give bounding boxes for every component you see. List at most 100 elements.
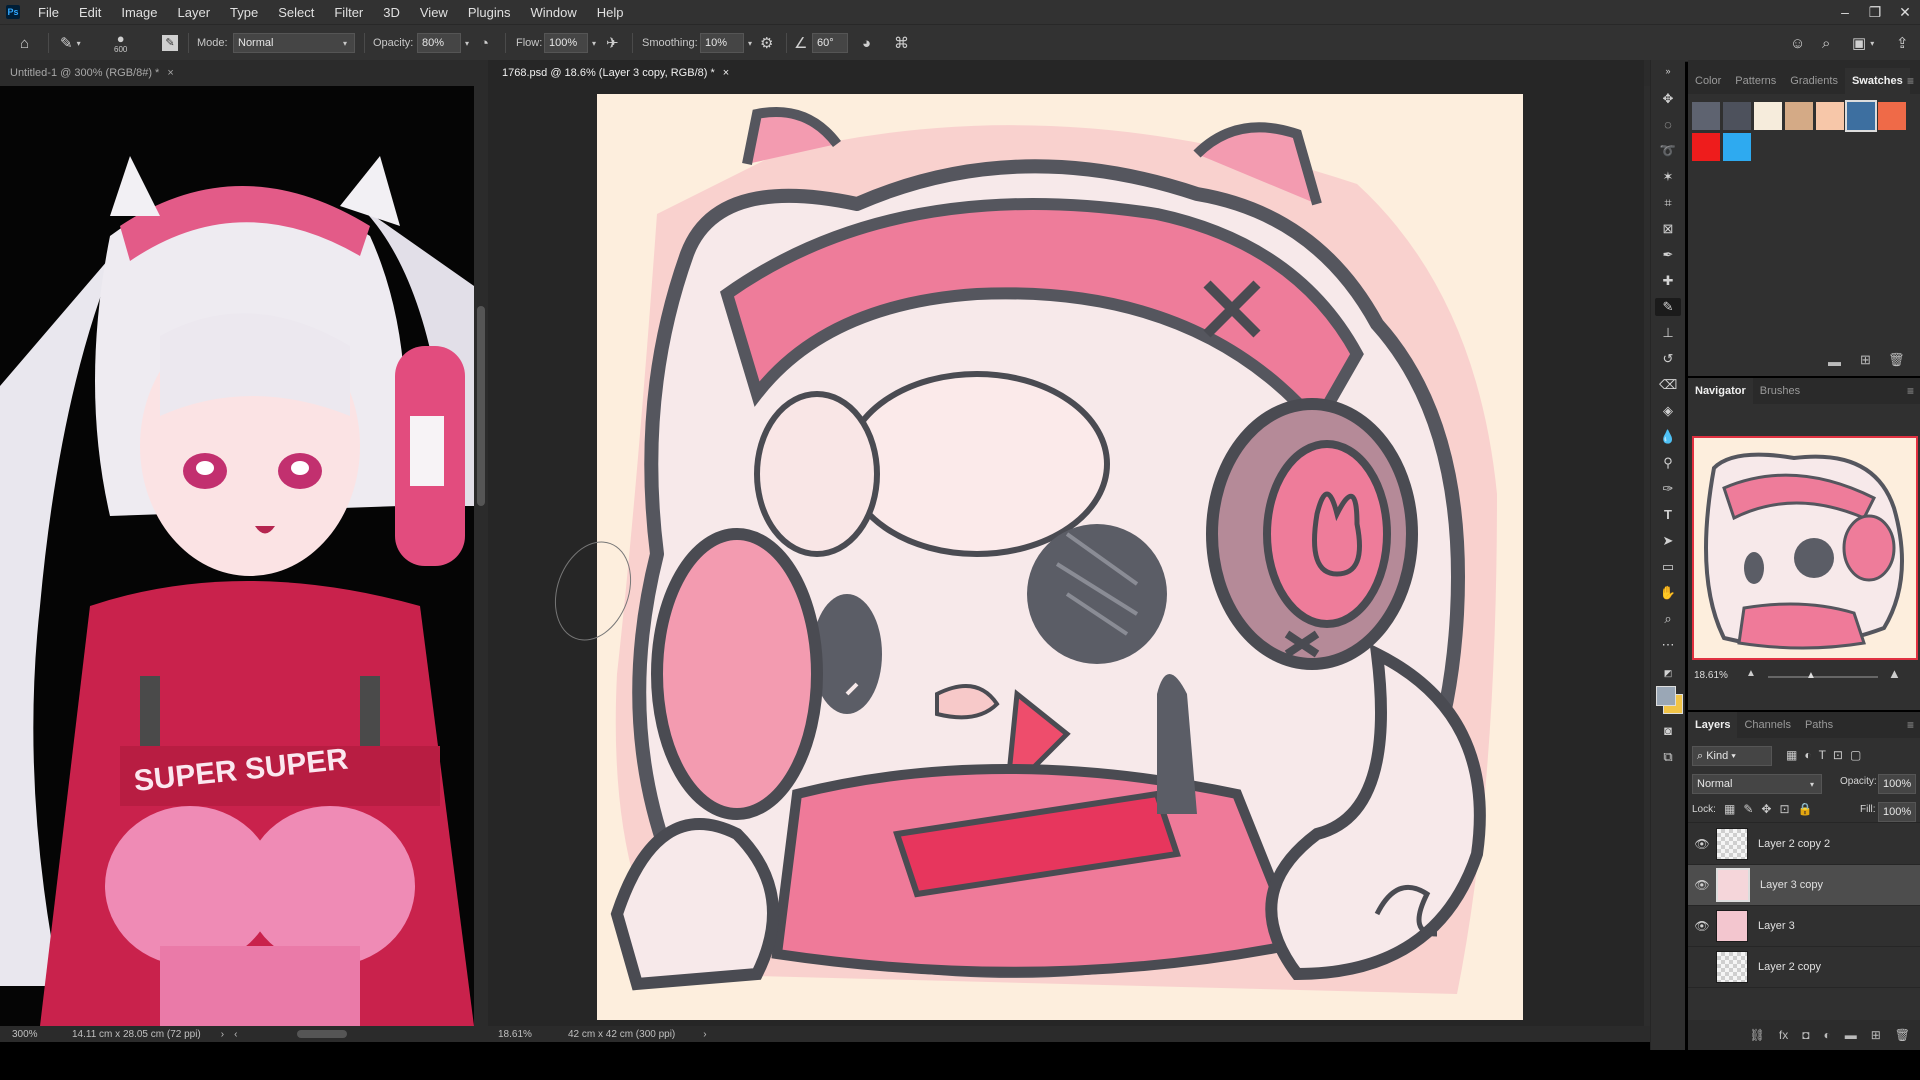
visibility-hidden-box[interactable]: ▢ <box>1688 960 1716 974</box>
marquee-tool-icon[interactable]: ◌ <box>1659 116 1677 134</box>
reference-vertical-scrollbar[interactable] <box>474 86 488 1026</box>
menu-layer[interactable]: Layer <box>168 5 221 20</box>
rectangle-tool-icon[interactable]: ▭ <box>1659 558 1677 576</box>
hand-tool-icon[interactable]: ✋ <box>1659 584 1677 602</box>
layer-row-selected[interactable]: 👁 Layer 3 copy <box>1688 865 1920 906</box>
airbrush-icon[interactable]: ✈ <box>606 25 619 61</box>
symmetry-icon[interactable]: ⌘ <box>894 25 909 61</box>
color-swatch[interactable] <box>1723 102 1751 130</box>
brush-tool-icon[interactable]: ✎ <box>1655 298 1681 316</box>
menu-select[interactable]: Select <box>268 5 324 20</box>
layer-row[interactable]: 👁 Layer 3 <box>1688 906 1920 947</box>
pressure-opacity-icon[interactable]: ◔ <box>480 25 489 61</box>
brush-angle-field[interactable]: 60° <box>812 25 848 61</box>
color-swatch[interactable] <box>1878 102 1906 130</box>
layer-row[interactable]: 👁 Layer 2 copy 2 <box>1688 824 1920 865</box>
screen-mode-icon[interactable]: ⧉ <box>1659 748 1677 766</box>
more-tools-icon[interactable]: ⋯ <box>1659 636 1677 654</box>
pen-tool-icon[interactable]: ✑ <box>1659 480 1677 498</box>
color-swatch[interactable] <box>1754 102 1782 130</box>
tab-color[interactable]: Color <box>1688 75 1728 87</box>
layer-blend-mode-select[interactable]: Normal ▾ <box>1692 774 1822 794</box>
menu-edit[interactable]: Edit <box>69 5 111 20</box>
link-layers-icon[interactable]: ⛓ <box>1750 1028 1765 1042</box>
menu-view[interactable]: View <box>410 5 458 20</box>
new-group-icon[interactable]: ▬ <box>1845 1028 1857 1042</box>
navigator-zoom-slider[interactable] <box>1768 676 1878 678</box>
fill-field[interactable]: 100% <box>1878 802 1916 822</box>
add-mask-icon[interactable]: ◘ <box>1802 1028 1809 1042</box>
menu-help[interactable]: Help <box>587 5 634 20</box>
quick-mask-icon[interactable]: ◙ <box>1659 722 1677 740</box>
tab-untitled-1[interactable]: Untitled-1 @ 300% (RGB/8#) * × <box>0 60 484 86</box>
move-tool-icon[interactable]: ✥ <box>1659 90 1677 108</box>
search-icon[interactable]: ⌕ <box>1822 25 1830 61</box>
tab-paths[interactable]: Paths <box>1798 719 1840 731</box>
dodge-tool-icon[interactable]: ⚲ <box>1659 454 1677 472</box>
lock-icons[interactable]: ▦✎✥⊡🔒 <box>1724 802 1820 816</box>
opacity-field[interactable]: 80% ▾ <box>417 25 469 61</box>
menu-plugins[interactable]: Plugins <box>458 5 521 20</box>
brush-size-picker[interactable]: ● 600 <box>114 25 127 61</box>
navigator-zoom-value[interactable]: 18.61% <box>1694 670 1728 681</box>
main-artboard[interactable] <box>597 94 1523 1020</box>
layer-opacity-field[interactable]: 100% <box>1878 774 1916 794</box>
color-swatch[interactable] <box>1785 102 1813 130</box>
tab-channels[interactable]: Channels <box>1737 719 1797 731</box>
panel-menu-icon[interactable]: ≡ <box>1907 384 1914 398</box>
close-window-icon[interactable]: ✕ <box>1890 0 1920 24</box>
history-brush-tool-icon[interactable]: ↺ <box>1659 350 1677 368</box>
layer-filter-select[interactable]: ⌕ Kind ▾ <box>1692 746 1772 766</box>
layer-filter-icons[interactable]: ▦◐T⊡▢ <box>1786 748 1868 762</box>
crop-tool-icon[interactable]: ⌗ <box>1659 194 1677 212</box>
tab-close-icon[interactable]: × <box>167 67 173 79</box>
share-profile-icon[interactable]: ☺ <box>1790 25 1805 61</box>
smoothing-field[interactable]: 10% ▾ <box>700 25 752 61</box>
smoothing-settings-gear-icon[interactable]: ⚙ <box>760 25 773 61</box>
panel-menu-icon[interactable]: ≡ <box>1907 74 1914 88</box>
layer-row[interactable]: ▢ Layer 2 copy <box>1688 947 1920 988</box>
lasso-tool-icon[interactable]: ➰ <box>1659 142 1677 160</box>
tab-swatches[interactable]: Swatches <box>1844 68 1910 94</box>
reference-canvas[interactable]: SUPER SUPER <box>0 86 474 1026</box>
menu-window[interactable]: Window <box>520 5 586 20</box>
horizontal-scroll-left-icon[interactable]: ‹ <box>234 1029 237 1040</box>
tab-gradients[interactable]: Gradients <box>1783 75 1845 87</box>
tab-1768-psd[interactable]: 1768.psd @ 18.6% (Layer 3 copy, RGB/8) *… <box>488 60 1654 86</box>
horizontal-scrollbar-thumb[interactable] <box>297 1030 348 1038</box>
paint-bucket-tool-icon[interactable]: ◈ <box>1659 402 1677 420</box>
panel-menu-icon[interactable]: ≡ <box>1907 718 1914 732</box>
foreground-color-swatch[interactable] <box>1656 686 1676 706</box>
menu-type[interactable]: Type <box>220 5 268 20</box>
mode-select[interactable]: Normal ▾ <box>233 25 355 61</box>
brush-settings-toggle-icon[interactable]: ✎ <box>162 25 178 61</box>
tab-navigator[interactable]: Navigator <box>1688 378 1753 404</box>
zoom-in-icon[interactable]: ▲ <box>1888 666 1901 681</box>
blur-tool-icon[interactable]: 💧 <box>1659 428 1677 446</box>
navigator-zoom-slider-thumb[interactable]: ▲ <box>1806 670 1816 681</box>
eraser-tool-icon[interactable]: ⌫ <box>1659 376 1677 394</box>
pressure-size-icon[interactable]: ◕ <box>862 25 871 61</box>
status-arrow-icon[interactable]: › <box>703 1029 706 1040</box>
color-swatch[interactable] <box>1692 102 1720 130</box>
layer-style-fx-icon[interactable]: fx <box>1779 1028 1788 1042</box>
tab-brushes[interactable]: Brushes <box>1753 385 1807 397</box>
visibility-eye-icon[interactable]: 👁 <box>1688 878 1716 892</box>
magic-wand-tool-icon[interactable]: ✶ <box>1659 168 1677 186</box>
menu-file[interactable]: File <box>28 5 69 20</box>
eyedropper-tool-icon[interactable]: ✒ <box>1659 246 1677 264</box>
tab-layers[interactable]: Layers <box>1688 712 1738 738</box>
share-icon[interactable]: ⇪ <box>1896 25 1909 61</box>
menu-image[interactable]: Image <box>111 5 167 20</box>
zoom-tool-icon[interactable]: ⌕ <box>1659 610 1677 628</box>
workspace-icon[interactable]: ▣ ▾ <box>1852 25 1874 61</box>
color-swatch[interactable] <box>1816 102 1844 130</box>
default-colors-icon[interactable]: ◩ ⇄ <box>1659 664 1677 696</box>
color-swatch[interactable] <box>1692 133 1720 161</box>
type-tool-icon[interactable]: T <box>1659 506 1677 524</box>
status-arrow-icon[interactable]: › <box>221 1029 224 1040</box>
frame-tool-icon[interactable]: ⊠ <box>1659 220 1677 238</box>
tab-close-icon[interactable]: × <box>723 67 729 79</box>
zoom-out-icon[interactable]: ▲ <box>1746 668 1756 679</box>
visibility-eye-icon[interactable]: 👁 <box>1688 919 1716 933</box>
